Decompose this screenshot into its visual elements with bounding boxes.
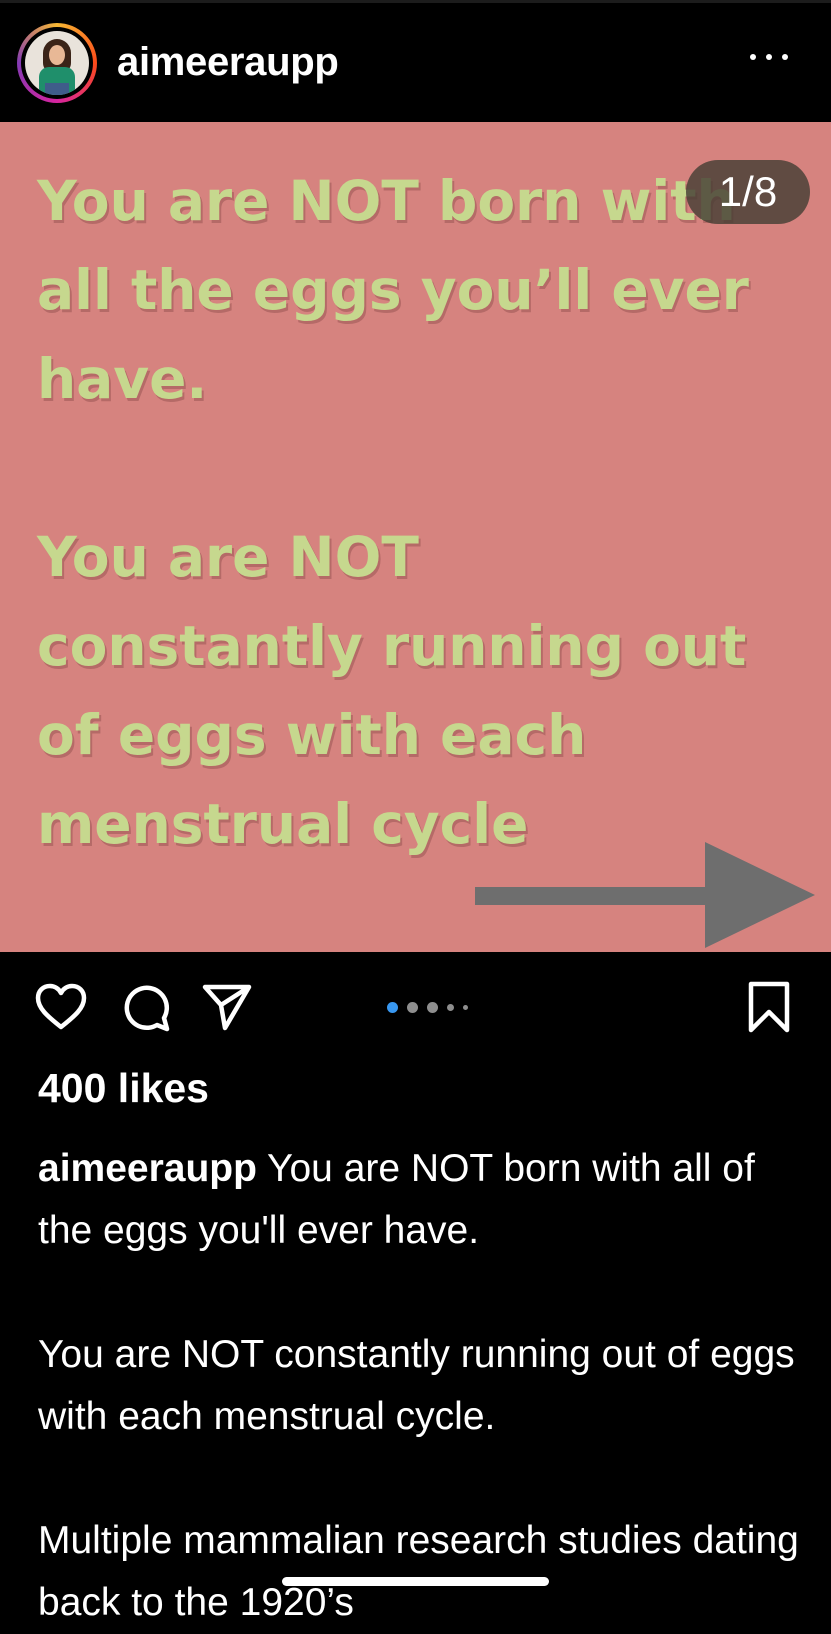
caption-text: Multiple mammalian research studies dati… bbox=[38, 1519, 799, 1624]
slide-line: of eggs with each bbox=[37, 703, 587, 767]
heart-icon[interactable] bbox=[34, 982, 88, 1032]
caption-username[interactable]: aimeeraupp bbox=[38, 1147, 257, 1190]
action-bar bbox=[0, 952, 831, 1062]
carousel-dot bbox=[427, 1002, 438, 1013]
carousel-indicator bbox=[385, 1000, 495, 1014]
slide-line: constantly running out bbox=[37, 614, 747, 678]
slide-line: You are NOT bbox=[37, 525, 419, 589]
caption-text: You are NOT constantly running out of eg… bbox=[38, 1333, 795, 1438]
carousel-dot bbox=[447, 1004, 454, 1011]
profile-photo bbox=[25, 31, 89, 95]
more-options-icon[interactable] bbox=[746, 46, 792, 70]
post-image[interactable]: You are NOT born with all the eggs you’l… bbox=[0, 122, 831, 952]
slide-counter-badge: 1/8 bbox=[686, 160, 810, 224]
post-header: aimeeraupp bbox=[0, 0, 831, 122]
bookmark-icon[interactable] bbox=[747, 980, 791, 1034]
carousel-dot bbox=[463, 1005, 468, 1010]
slide-line: all the eggs you’ll ever bbox=[37, 258, 749, 322]
avatar[interactable] bbox=[17, 23, 97, 103]
right-arrow-icon bbox=[475, 842, 815, 948]
post-caption: aimeeraupp You are NOT born with all of … bbox=[38, 1138, 808, 1634]
slide-line: have. bbox=[37, 347, 208, 411]
carousel-dot-active bbox=[387, 1002, 398, 1013]
avatar-face bbox=[49, 45, 65, 65]
send-icon[interactable] bbox=[201, 981, 253, 1033]
comment-icon[interactable] bbox=[119, 981, 171, 1033]
post-username[interactable]: aimeeraupp bbox=[117, 38, 339, 86]
carousel-dot bbox=[407, 1002, 418, 1013]
likes-count[interactable]: 400 likes bbox=[38, 1062, 209, 1114]
avatar-jeans bbox=[45, 83, 69, 95]
home-indicator[interactable] bbox=[282, 1577, 549, 1586]
slide-text: You are NOT born with all the eggs you’l… bbox=[37, 157, 831, 869]
